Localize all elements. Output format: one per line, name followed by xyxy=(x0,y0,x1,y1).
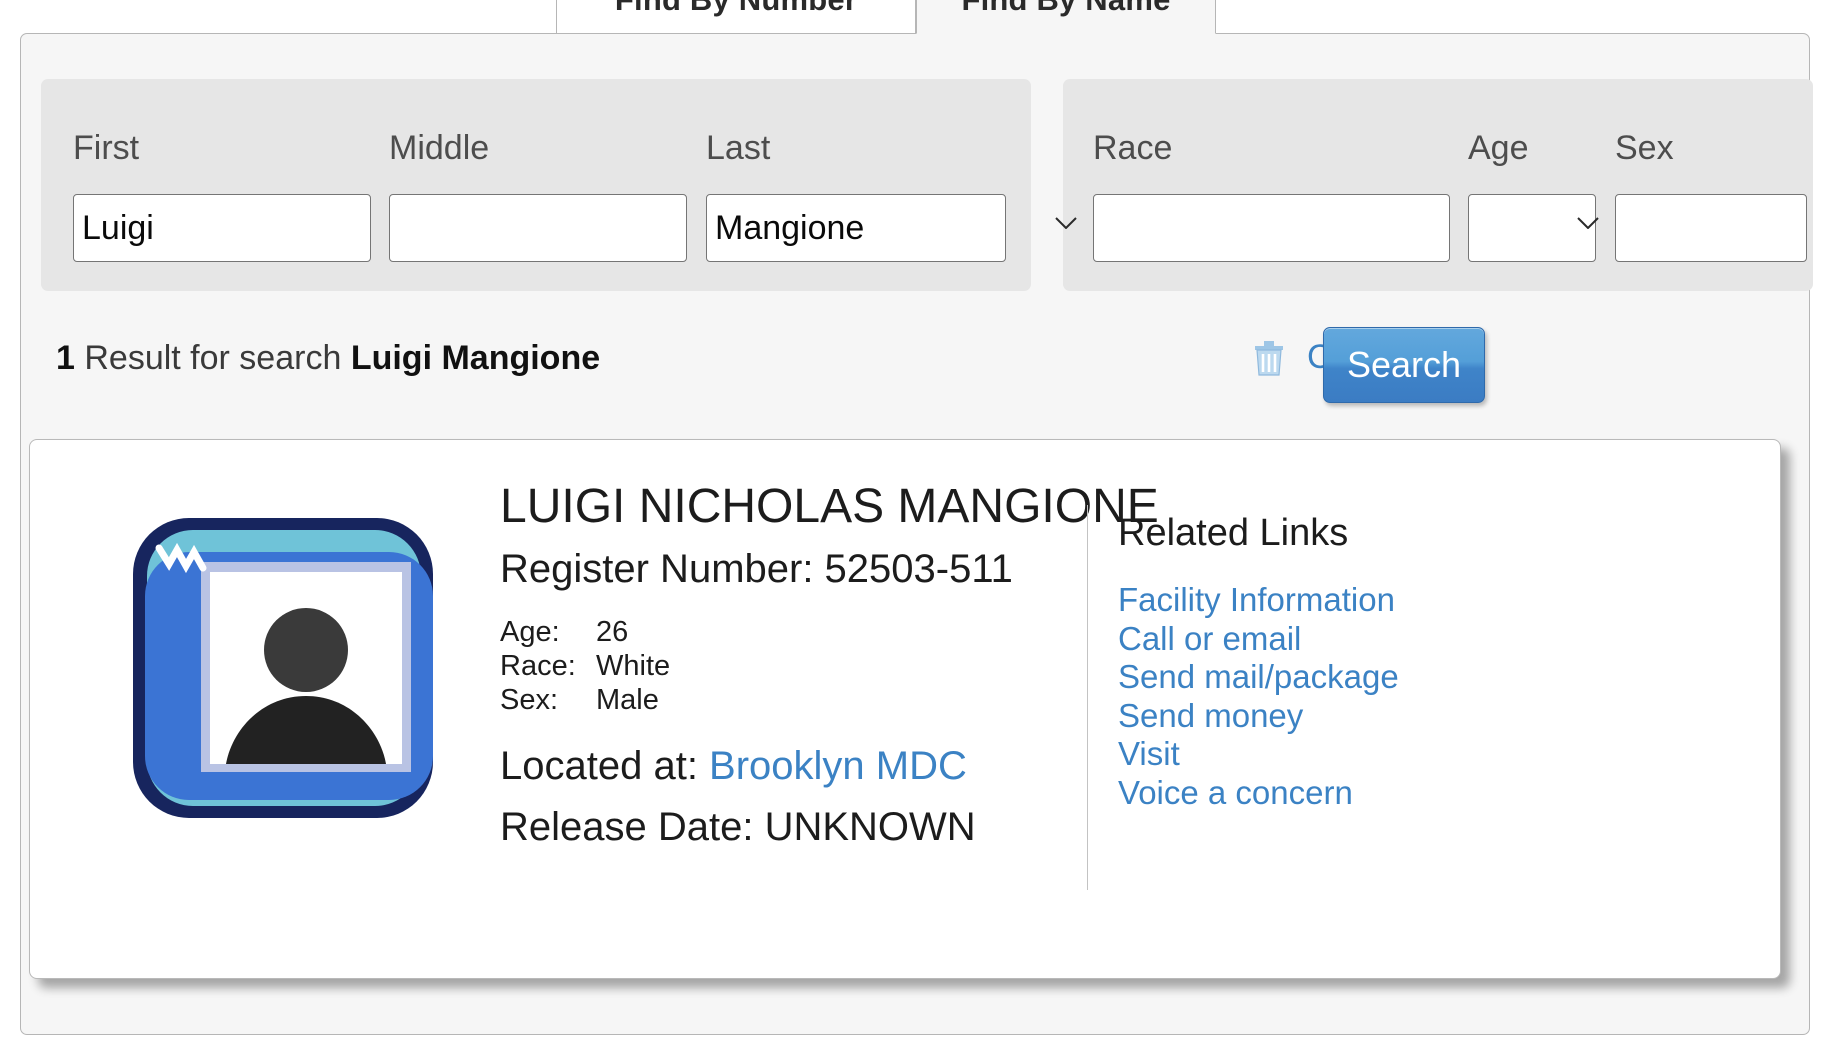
person-photo-placeholder-icon xyxy=(115,500,455,845)
attribute-row: Race: White xyxy=(500,650,1200,684)
facility-link[interactable]: Brooklyn MDC xyxy=(709,744,967,788)
age-input[interactable] xyxy=(1468,194,1596,262)
attribute-key: Sex: xyxy=(500,684,596,718)
result-query: Luigi Mangione xyxy=(351,339,600,377)
result-count-number: 1 xyxy=(56,339,75,377)
chevron-down-icon xyxy=(1055,217,1077,229)
sex-select[interactable] xyxy=(1615,194,1807,262)
inmate-name: LUIGI NICHOLAS MANGIONE xyxy=(500,478,1200,535)
trash-icon xyxy=(1251,337,1287,377)
last-name-label: Last xyxy=(706,129,770,168)
related-link-visit[interactable]: Visit xyxy=(1118,735,1638,774)
tab-find-by-name[interactable]: Find By Name xyxy=(916,0,1216,34)
search-panel: First Middle Last Race xyxy=(20,33,1810,1035)
last-name-input[interactable] xyxy=(706,194,1006,262)
demographics-fieldset: Race Age Sex xyxy=(1063,79,1813,291)
tab-find-by-number-label: Find By Number xyxy=(615,0,857,18)
sex-label: Sex xyxy=(1615,129,1674,168)
race-select[interactable] xyxy=(1093,194,1450,262)
related-links-section: Related Links Facility Information Call … xyxy=(1118,512,1638,813)
first-name-input[interactable] xyxy=(73,194,371,262)
related-link-call-or-email[interactable]: Call or email xyxy=(1118,620,1638,659)
tab-find-by-name-label: Find By Name xyxy=(961,0,1170,18)
located-at-label: Located at: xyxy=(500,744,709,788)
related-link-facility-information[interactable]: Facility Information xyxy=(1118,581,1638,620)
related-link-voice-a-concern[interactable]: Voice a concern xyxy=(1118,774,1638,813)
inmate-details: LUIGI NICHOLAS MANGIONE Register Number:… xyxy=(500,478,1200,850)
inmate-result-card: LUIGI NICHOLAS MANGIONE Register Number:… xyxy=(29,439,1781,979)
result-count-middle: Result for search xyxy=(75,339,351,377)
inmate-locator-page: Find By Number Find By Name First Middle… xyxy=(0,0,1832,1058)
result-count-text: 1 Result for search Luigi Mangione xyxy=(56,339,600,378)
results-bar: 1 Result for search Luigi Mangione Clear… xyxy=(21,319,1811,429)
attribute-list: Age: 26 Race: White Sex: Male xyxy=(500,616,1200,718)
related-link-send-mail-package[interactable]: Send mail/package xyxy=(1118,658,1638,697)
attribute-row: Sex: Male xyxy=(500,684,1200,718)
tab-find-by-number[interactable]: Find By Number xyxy=(556,0,916,34)
age-label: Age xyxy=(1468,129,1529,168)
attribute-value: White xyxy=(596,650,670,684)
related-link-send-money[interactable]: Send money xyxy=(1118,697,1638,736)
race-label: Race xyxy=(1093,129,1172,168)
related-links-title: Related Links xyxy=(1118,512,1638,555)
vertical-divider xyxy=(1087,505,1088,890)
middle-name-label: Middle xyxy=(389,129,489,168)
attribute-key: Age: xyxy=(500,616,596,650)
attribute-key: Race: xyxy=(500,650,596,684)
middle-name-input[interactable] xyxy=(389,194,687,262)
first-name-label: First xyxy=(73,129,139,168)
attribute-value: Male xyxy=(596,684,659,718)
search-button[interactable]: Search xyxy=(1323,327,1485,403)
located-at: Located at: Brooklyn MDC xyxy=(500,744,1200,789)
attribute-value: 26 xyxy=(596,616,628,650)
register-number: Register Number: 52503-511 xyxy=(500,547,1200,592)
release-date: Release Date: UNKNOWN xyxy=(500,805,1200,850)
search-form: First Middle Last Race xyxy=(41,79,1789,291)
attribute-row: Age: 26 xyxy=(500,616,1200,650)
name-fieldset: First Middle Last xyxy=(41,79,1031,291)
tab-bar: Find By Number Find By Name xyxy=(0,0,1832,34)
